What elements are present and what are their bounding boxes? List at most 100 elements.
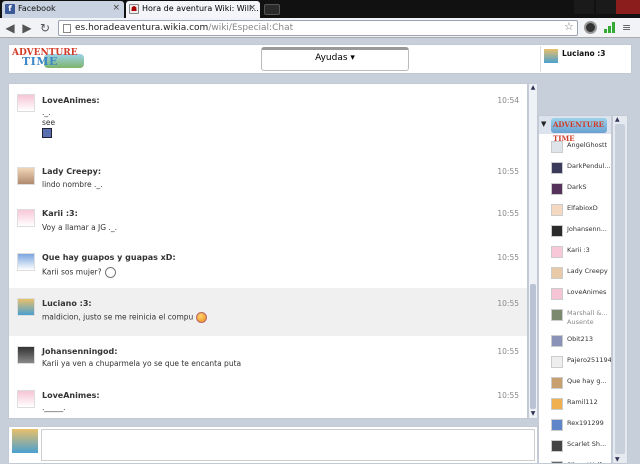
url-host: es.horadeaventura.wikia.com bbox=[75, 23, 209, 33]
sidebar-user-item[interactable]: AngelGhostt bbox=[551, 140, 611, 161]
message-time: 10:55 bbox=[497, 167, 519, 176]
signal-bars-icon[interactable] bbox=[604, 22, 615, 33]
chat-scrollbar[interactable]: ▲ ▼ bbox=[528, 83, 538, 419]
avatar bbox=[551, 183, 563, 195]
avatar bbox=[551, 335, 563, 347]
chat-messages: LoveAnimes: 10:54 ._. see Lady Creepy: 1… bbox=[8, 83, 528, 419]
chat-room-header[interactable]: ▼ ADVENTURE TIME bbox=[539, 116, 611, 143]
message-author: Karii :3: bbox=[42, 209, 78, 218]
message-text: Karii sos mujer? bbox=[42, 267, 116, 278]
sidebar-user-item[interactable]: Pajero251194 bbox=[551, 355, 612, 376]
sidebar-user-item[interactable]: ElfabioxD bbox=[551, 203, 611, 224]
avatar bbox=[17, 390, 35, 408]
tab-strip: f Facebook × ☗ Hora de aventura Wiki: Wi… bbox=[0, 0, 640, 18]
current-user[interactable]: Luciano :3 bbox=[540, 46, 630, 72]
avatar bbox=[17, 94, 35, 112]
sidebar-user-name: DarkPendul... bbox=[567, 162, 611, 170]
sidebar-user-name: Karii :3 bbox=[567, 246, 590, 254]
chat-message: LoveAnimes: 10:54 ._. see bbox=[9, 84, 527, 154]
minimize-button[interactable] bbox=[574, 0, 594, 14]
sidebar-user-item[interactable]: Johansenn... bbox=[551, 224, 611, 245]
sidebar-user-item[interactable]: Obit213 bbox=[551, 334, 611, 355]
sidebar-user-name: AngelGhostt bbox=[567, 141, 608, 149]
sidebar-user-name: LoveAnimes bbox=[567, 288, 607, 296]
message-time: 10:55 bbox=[497, 253, 519, 262]
avatar bbox=[551, 398, 563, 410]
sidebar-user-name: DarkS bbox=[567, 183, 587, 191]
avatar bbox=[17, 253, 35, 271]
sidebar-user-name: Que hay g... bbox=[567, 377, 607, 385]
avatar bbox=[17, 209, 35, 227]
scroll-thumb[interactable] bbox=[530, 284, 536, 409]
sidebar-user-name: Ramil112 bbox=[567, 398, 598, 406]
avatar bbox=[551, 440, 563, 452]
sidebar-user-item[interactable]: DarkS bbox=[551, 182, 611, 203]
message-author: LoveAnimes: bbox=[42, 391, 100, 400]
wiki-logo[interactable]: ADVENTURE TIME bbox=[12, 48, 84, 70]
emoticon-icon bbox=[104, 267, 116, 278]
message-time: 10:55 bbox=[497, 347, 519, 356]
sidebar-user-item[interactable]: Lady Creepy bbox=[551, 266, 611, 287]
message-author: Lady Creepy: bbox=[42, 167, 102, 176]
avatar bbox=[551, 162, 563, 174]
sidebar-user-item[interactable]: Marshall &... Ausente bbox=[551, 308, 611, 334]
message-author: LoveAnimes: bbox=[42, 96, 100, 105]
message-text: see bbox=[42, 118, 56, 127]
sidebar-user-item[interactable]: Rex191299 bbox=[551, 418, 611, 439]
message-author: Que hay guapos y guapas xD: bbox=[42, 253, 176, 262]
avatar bbox=[551, 309, 563, 321]
sidebar-user-item[interactable]: Karii :3 bbox=[551, 245, 611, 266]
close-tab-icon[interactable]: × bbox=[112, 1, 120, 16]
browser-toolbar: ◀ ▶ ↻ es.horadeaventura.wikia.com/wiki/E… bbox=[0, 18, 640, 38]
message-input[interactable] bbox=[41, 429, 535, 461]
tab-facebook[interactable]: f Facebook × bbox=[2, 1, 124, 18]
address-bar[interactable]: es.horadeaventura.wikia.com/wiki/Especia… bbox=[58, 20, 578, 36]
avatar bbox=[12, 429, 38, 453]
tab-wiki-chat[interactable]: ☗ Hora de aventura Wiki: Will... × bbox=[126, 1, 260, 18]
avatar bbox=[551, 204, 563, 216]
sidebar-user-item[interactable]: Que hay g... bbox=[551, 376, 611, 397]
sidebar-user-item[interactable]: Silver Wolf... bbox=[551, 460, 611, 463]
extension-icon[interactable] bbox=[584, 21, 597, 34]
sidebar-user-name: Pajero251194 bbox=[567, 356, 612, 364]
new-tab-button[interactable] bbox=[264, 4, 280, 15]
scroll-up-icon[interactable]: ▲ bbox=[529, 84, 537, 92]
scroll-down-icon[interactable]: ▼ bbox=[615, 456, 620, 463]
message-time: 10:55 bbox=[497, 299, 519, 308]
message-time: 10:55 bbox=[497, 391, 519, 400]
avatar bbox=[551, 288, 563, 300]
wrench-icon[interactable]: ≡ bbox=[622, 21, 631, 34]
current-user-name: Luciano :3 bbox=[562, 49, 606, 58]
sidebar-user-name: Obit213 bbox=[567, 335, 594, 343]
collapse-arrow-icon[interactable]: ▼ bbox=[541, 120, 546, 128]
sidebar-scrollbar[interactable]: ▲ ▼ bbox=[612, 115, 628, 464]
reload-icon[interactable]: ↻ bbox=[38, 21, 52, 35]
chat-page: ADVENTURE TIME Ayudas ▾ Luciano :3 LoveA… bbox=[0, 38, 640, 464]
avatar bbox=[551, 377, 563, 389]
sidebar-user-item[interactable]: Ramil112 bbox=[551, 397, 611, 418]
star-icon[interactable]: ☆ bbox=[564, 21, 574, 33]
message-time: 10:55 bbox=[497, 209, 519, 218]
back-arrow-icon[interactable]: ◀ bbox=[3, 21, 17, 35]
scroll-down-icon[interactable]: ▼ bbox=[529, 410, 537, 418]
help-dropdown[interactable]: Ayudas ▾ bbox=[261, 47, 409, 71]
sidebar-user-item[interactable]: Scarlet Sh... bbox=[551, 439, 611, 460]
sidebar-user-status: Ausente bbox=[567, 318, 594, 326]
chat-message: Que hay guapos y guapas xD: 10:55 Karii … bbox=[9, 240, 527, 288]
scroll-thumb[interactable] bbox=[615, 124, 625, 454]
avatar bbox=[551, 225, 563, 237]
message-text-content: Karii sos mujer? bbox=[42, 267, 102, 277]
close-window-button[interactable] bbox=[616, 0, 640, 14]
sidebar-user-item[interactable]: LoveAnimes bbox=[551, 287, 611, 308]
close-tab-icon[interactable]: × bbox=[248, 1, 256, 16]
avatar bbox=[544, 49, 558, 63]
scroll-up-icon[interactable]: ▲ bbox=[615, 116, 620, 123]
sidebar-user-name: Marshall &... bbox=[567, 309, 608, 317]
maximize-button[interactable] bbox=[596, 0, 616, 14]
chat-message: Karii :3: 10:55 Voy a llamar a JG ._. bbox=[9, 196, 527, 240]
forward-arrow-icon[interactable]: ▶ bbox=[20, 21, 34, 35]
frown-emoticon-icon bbox=[196, 312, 208, 323]
sidebar-user-item[interactable]: DarkPendul... bbox=[551, 161, 611, 182]
avatar bbox=[551, 267, 563, 279]
avatar bbox=[17, 298, 35, 316]
